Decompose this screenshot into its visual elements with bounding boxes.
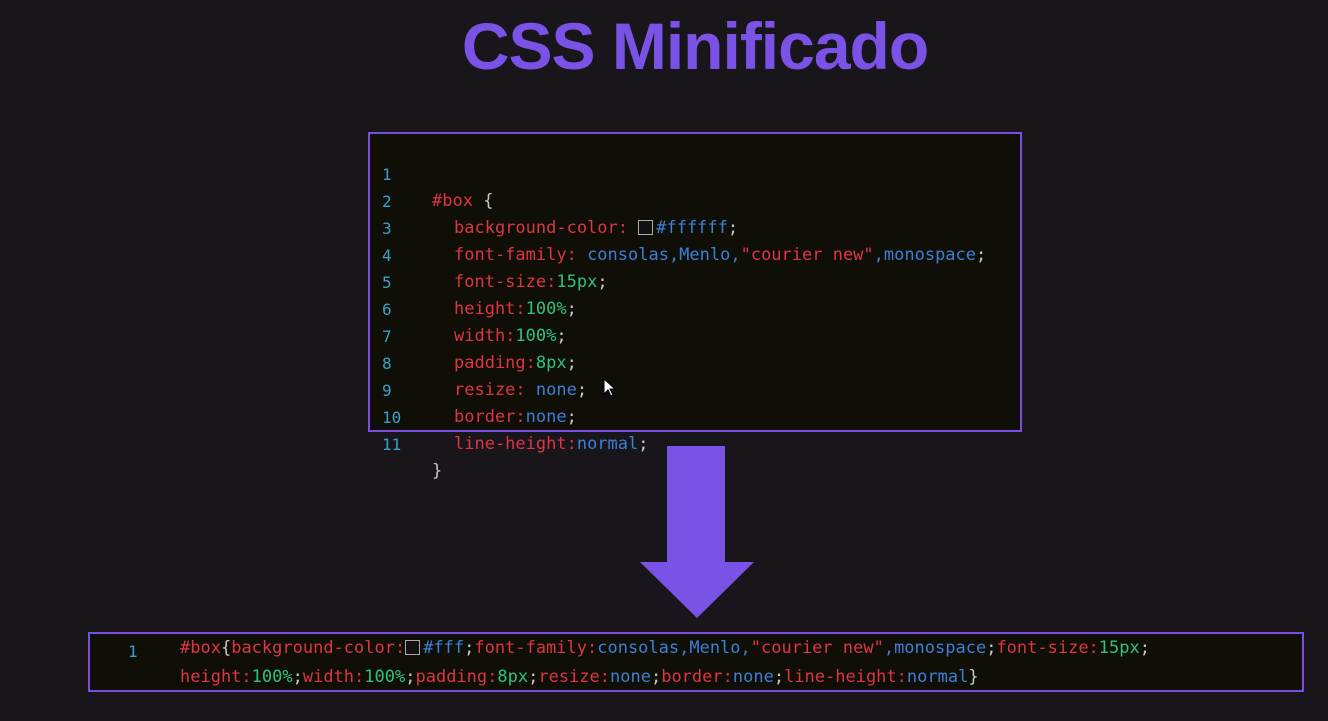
code-line: 10 line-height:normal;	[370, 377, 649, 454]
code-line: 4 font-size:15px;	[370, 215, 608, 292]
code-line: 3 font-family: consolas,Menlo,"courier n…	[370, 188, 986, 265]
minified-code-line: #box{background-color: #fff;font-family:c…	[180, 638, 1150, 658]
color-swatch-icon[interactable]	[405, 640, 421, 655]
line-number: 1	[128, 642, 138, 661]
code-line: 7 padding:8px;	[370, 296, 577, 373]
minified-code-line: height:100%;width:100%;padding:8px;resiz…	[180, 667, 979, 687]
code-line: 11 }	[370, 404, 442, 481]
minified-css-editor[interactable]: 1 #box{background-color: #fff;font-family…	[88, 632, 1304, 692]
page-title: CSS Minificado	[461, 9, 929, 83]
code-line: 9 border:none;	[370, 350, 577, 427]
line-number: 11	[382, 435, 402, 454]
original-css-editor[interactable]: 1 #box { 2 background-color: #ffffff; 3 …	[368, 132, 1022, 481]
mouse-pointer-icon	[603, 378, 617, 397]
code-line: 1 #box {	[370, 134, 493, 211]
css-selector: #box	[432, 191, 473, 211]
color-swatch-icon[interactable]	[638, 220, 654, 235]
arrow-down-icon	[640, 446, 754, 618]
code-line: 5 height:100%;	[370, 242, 577, 319]
code-line: 6 width:100%;	[370, 269, 567, 346]
code-line: 8 resize: none;	[370, 323, 587, 400]
code-line: 2 background-color: #ffffff;	[370, 161, 738, 238]
